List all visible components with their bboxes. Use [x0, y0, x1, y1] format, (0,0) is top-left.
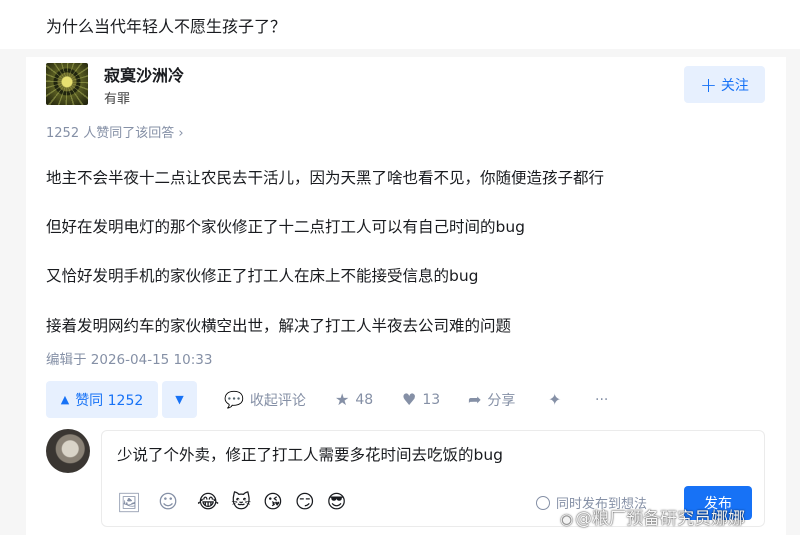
- emoji-picker-icon[interactable]: ☺: [157, 491, 179, 513]
- author-avatar[interactable]: [46, 63, 88, 105]
- more-button[interactable]: ···: [595, 381, 608, 418]
- weibo-watermark: ◉ @粮厂预备研究员娜娜: [560, 504, 745, 529]
- plus-icon: +: [700, 72, 717, 97]
- more-icon: ···: [595, 391, 609, 408]
- vote-summary[interactable]: 1252 人赞同了该回答 ›: [46, 122, 184, 141]
- downvote-button[interactable]: ▼: [162, 381, 197, 418]
- comment-bubble-icon: 💬: [224, 390, 244, 409]
- answer-paragraph: 地主不会半夜十二点让农民去干活儿，因为天黑了啥也看不见，你随便造孩子都行: [46, 169, 605, 187]
- like-count: 13: [422, 391, 441, 408]
- author-bio: 有罪: [104, 92, 131, 107]
- favorite-button[interactable]: ★ 48: [335, 381, 373, 418]
- smirk-emoji-icon[interactable]: 😏: [295, 491, 315, 513]
- heart-icon: ♥: [402, 390, 417, 409]
- triangle-up-icon: ▲: [60, 393, 70, 406]
- upvote-button[interactable]: ▲ 赞同 1252: [46, 381, 158, 418]
- question-title[interactable]: 为什么当代年轻人不愿生孩子了？: [46, 13, 286, 37]
- answer-paragraph: 但好在发明电灯的那个家伙修正了十二点打工人可以有自己时间的bug: [46, 218, 526, 236]
- comment-input[interactable]: 少说了个外卖，修正了打工人需要多花时间去吃饭的bug: [117, 443, 503, 465]
- laugh-cry-emoji-icon[interactable]: 😂: [197, 491, 219, 513]
- upvote-label: 赞同 1252: [75, 392, 144, 409]
- radio-icon[interactable]: [536, 495, 550, 510]
- share-label: 分享: [487, 392, 516, 409]
- sparkle-icon: ✦: [548, 390, 562, 409]
- question-header: 为什么当代年轻人不愿生孩子了？: [0, 0, 800, 49]
- favorite-count: 48: [355, 391, 374, 408]
- kiss-emoji-icon[interactable]: 😘: [263, 491, 283, 513]
- comment-toolbar: 🖼 ☺ 😂 🐱 😘 😏 😎: [117, 488, 358, 516]
- follow-button[interactable]: + 关注: [684, 66, 765, 103]
- share-arrow-icon: ➦: [468, 390, 482, 409]
- share-button[interactable]: ➦ 分享: [468, 381, 515, 418]
- collapse-comments-button[interactable]: 💬 收起评论: [224, 381, 306, 418]
- star-icon: ★: [335, 390, 350, 409]
- answer-card: 寂寞沙洲冷 有罪 + 关注 1252 人赞同了该回答 › 地主不会半夜十二点让农…: [26, 57, 786, 535]
- image-icon[interactable]: 🖼: [117, 491, 141, 514]
- watermark-text: @粮厂预备研究员娜娜: [575, 509, 746, 529]
- weibo-logo-icon: ◉: [560, 510, 574, 528]
- action-bar: ▲ 赞同 1252 ▼ 💬 收起评论 ★ 48 ♥ 13 ➦ 分享 ✦ ···: [46, 381, 766, 418]
- author-name[interactable]: 寂寞沙洲冷: [104, 62, 184, 86]
- sunglasses-emoji-icon[interactable]: 😎: [327, 491, 347, 513]
- current-user-avatar[interactable]: [46, 429, 90, 473]
- triangle-down-icon: ▼: [175, 393, 184, 406]
- cat-emoji-icon[interactable]: 🐱: [231, 491, 251, 513]
- answer-paragraph: 接着发明网约车的家伙横空出世，解决了打工人半夜去公司难的问题: [46, 317, 512, 335]
- answer-paragraph: 又恰好发明手机的家伙修正了打工人在床上不能接受信息的bug: [46, 267, 479, 285]
- edit-timestamp: 编辑于 2026-04-15 10:33: [46, 352, 213, 368]
- like-button[interactable]: ♥ 13: [402, 381, 440, 418]
- comment-label: 收起评论: [249, 392, 306, 409]
- ai-sparkle-button[interactable]: ✦: [548, 381, 561, 418]
- follow-label: 关注: [720, 77, 749, 94]
